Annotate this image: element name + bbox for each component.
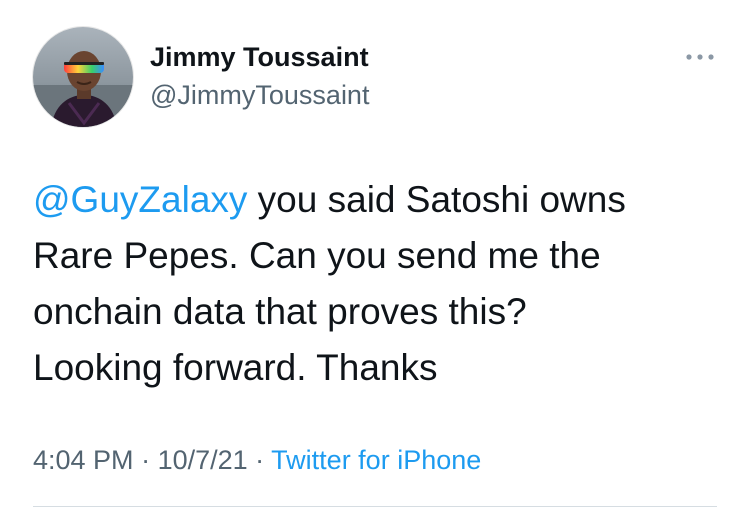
tweet-line-text: you said Satoshi owns — [247, 179, 626, 220]
divider — [33, 506, 717, 507]
tweet-time[interactable]: 4:04 PM — [33, 445, 134, 475]
tweet-line: @GuyZalaxy you said Satoshi owns — [33, 172, 723, 228]
tweet-meta: 4:04 PM · 10/7/21 · Twitter for iPhone — [33, 445, 481, 476]
tweet-text: @GuyZalaxy you said Satoshi owns Rare Pe… — [33, 172, 723, 396]
ellipsis-icon[interactable] — [684, 50, 716, 64]
avatar[interactable] — [32, 26, 134, 128]
tweet-line: onchain data that proves this? — [33, 291, 527, 332]
author-handle[interactable]: @JimmyToussaint — [150, 80, 369, 111]
meta-separator: · — [133, 445, 158, 475]
tweet-line: Rare Pepes. Can you send me the — [33, 235, 601, 276]
mention-link[interactable]: @GuyZalaxy — [33, 179, 247, 220]
author-name[interactable]: Jimmy Toussaint — [150, 42, 369, 73]
tweet-date[interactable]: 10/7/21 — [158, 445, 248, 475]
avatar-photo — [33, 27, 133, 127]
tweet-line: Looking forward. Thanks — [33, 347, 438, 388]
tweet-card: Jimmy Toussaint @JimmyToussaint @GuyZala… — [0, 0, 750, 520]
meta-separator: · — [247, 445, 272, 475]
tweet-source-link[interactable]: Twitter for iPhone — [271, 445, 481, 475]
